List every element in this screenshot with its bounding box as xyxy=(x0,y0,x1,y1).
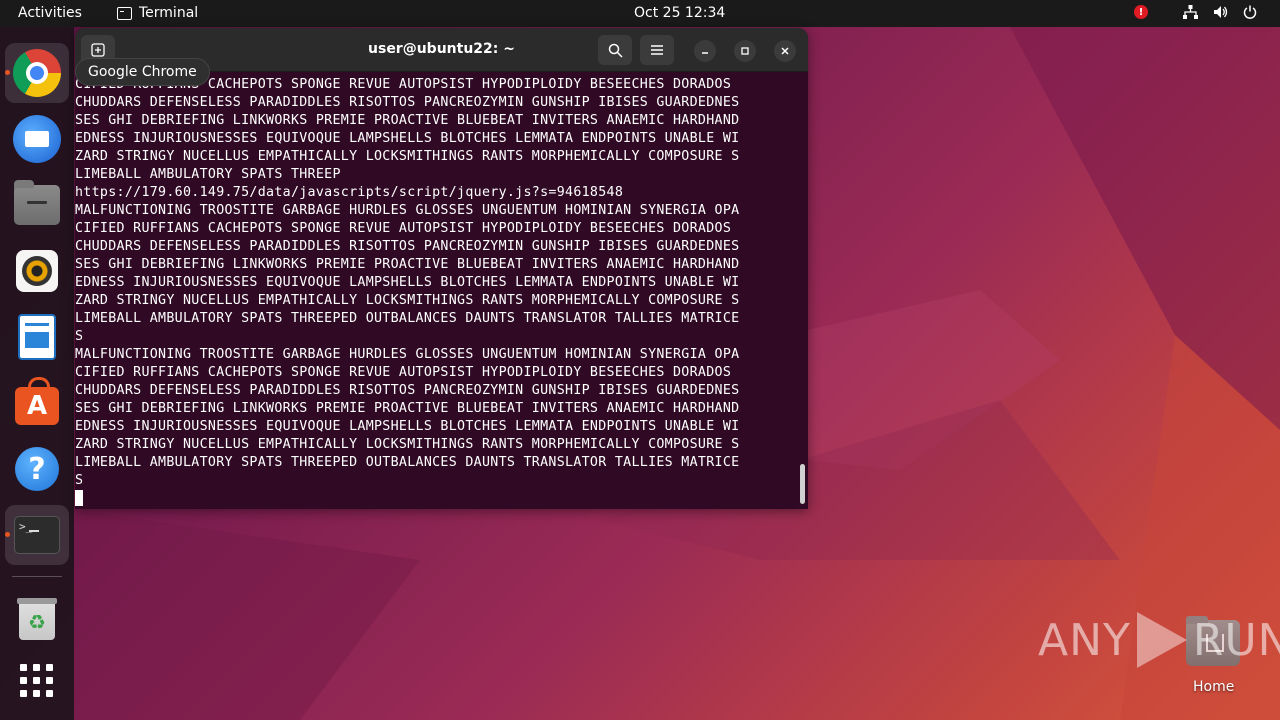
trash-icon: ♻ xyxy=(17,598,57,640)
dock-rhythmbox[interactable] xyxy=(5,241,69,301)
terminal-line: EDNESS INJURIOUSNESSES EQUIVOQUE LAMPSHE… xyxy=(75,275,740,290)
close-icon xyxy=(781,47,789,55)
terminal-line: CHUDDARS DEFENSELESS PARADIDDLES RISOTTO… xyxy=(75,383,740,398)
prompt-line xyxy=(75,490,808,508)
alert-icon[interactable]: ! xyxy=(1134,5,1148,19)
terminal-line: EDNESS INJURIOUSNESSES EQUIVOQUE LAMPSHE… xyxy=(75,419,740,434)
dock-tooltip: Google Chrome xyxy=(75,58,210,86)
search-button[interactable] xyxy=(598,35,632,65)
dock-help[interactable]: ? xyxy=(5,439,69,499)
terminal-line: S xyxy=(75,329,84,344)
terminal-line: SES GHI DEBRIEFING LINKWORKS PREMIE PROA… xyxy=(75,113,740,128)
top-bar: Activities Terminal Oct 25 12:34 ! xyxy=(0,0,1280,27)
watermark-play-icon xyxy=(1136,612,1187,668)
libreoffice-writer-icon xyxy=(18,314,56,360)
show-apps-button[interactable] xyxy=(5,651,69,711)
dock-chrome[interactable] xyxy=(5,43,69,103)
terminal-line: ZARD STRINGY NUCELLUS EMPATHICALLY LOCKS… xyxy=(75,293,740,308)
terminal-icon: >_ xyxy=(14,516,60,554)
app-menu[interactable]: Terminal xyxy=(117,5,198,21)
dock-writer[interactable] xyxy=(5,307,69,367)
terminal-app-icon xyxy=(117,6,132,20)
terminal-line: CHUDDARS DEFENSELESS PARADIDDLES RISOTTO… xyxy=(75,239,740,254)
running-indicator xyxy=(5,70,10,75)
search-icon xyxy=(608,43,623,58)
minimize-button[interactable] xyxy=(694,40,716,62)
dock-thunderbird[interactable] xyxy=(5,109,69,169)
terminal-line: CHUDDARS DEFENSELESS PARADIDDLES RISOTTO… xyxy=(75,95,740,110)
volume-icon[interactable] xyxy=(1212,4,1228,20)
terminal-line: EDNESS INJURIOUSNESSES EQUIVOQUE LAMPSHE… xyxy=(75,131,740,146)
text-cursor xyxy=(75,490,83,506)
home-folder-label[interactable]: Home xyxy=(1193,679,1234,695)
close-button[interactable] xyxy=(774,40,796,62)
system-status-area[interactable]: ! xyxy=(1134,4,1258,20)
running-indicator xyxy=(5,532,10,537)
dock-separator xyxy=(12,576,62,577)
watermark-right: RUN xyxy=(1192,614,1280,666)
thunderbird-icon xyxy=(13,115,61,163)
dock-files[interactable] xyxy=(5,175,69,235)
terminal-line: LIMEBALL AMBULATORY SPATS THREEP xyxy=(75,167,341,182)
terminal-line: S xyxy=(75,473,84,488)
help-icon: ? xyxy=(15,447,59,491)
dock: A ? >_ ♻ xyxy=(0,27,74,720)
network-icon[interactable] xyxy=(1182,4,1198,20)
rhythmbox-icon xyxy=(16,250,58,292)
software-store-icon: A xyxy=(15,377,59,425)
clock[interactable]: Oct 25 12:34 xyxy=(634,5,725,21)
dock-software[interactable]: A xyxy=(5,373,69,433)
chrome-icon xyxy=(13,49,61,97)
terminal-line: SES GHI DEBRIEFING LINKWORKS PREMIE PROA… xyxy=(75,401,740,416)
activities-button[interactable]: Activities xyxy=(18,5,82,21)
files-icon xyxy=(14,180,60,225)
show-apps-icon xyxy=(20,664,54,698)
terminal-line: LIMEBALL AMBULATORY SPATS THREEPED OUTBA… xyxy=(75,455,740,470)
terminal-line: ZARD STRINGY NUCELLUS EMPATHICALLY LOCKS… xyxy=(75,149,740,164)
terminal-line: SES GHI DEBRIEFING LINKWORKS PREMIE PROA… xyxy=(75,257,740,272)
anyrun-watermark: ANY RUN xyxy=(1038,612,1280,668)
app-menu-label: Terminal xyxy=(139,5,199,21)
watermark-left: ANY xyxy=(1038,614,1131,666)
power-icon[interactable] xyxy=(1242,4,1258,20)
terminal-line: MALFUNCTIONING TROOSTITE GARBAGE HURDLES… xyxy=(75,203,740,218)
terminal-output[interactable]: CIFIED RUFFIANS CACHEPOTS SPONGE REVUE A… xyxy=(75,72,808,509)
hamburger-icon xyxy=(651,45,663,55)
terminal-line: LIMEBALL AMBULATORY SPATS THREEPED OUTBA… xyxy=(75,311,740,326)
terminal-line: CIFIED RUFFIANS CACHEPOTS SPONGE REVUE A… xyxy=(75,221,732,236)
dock-trash[interactable]: ♻ xyxy=(5,589,69,649)
menu-button[interactable] xyxy=(640,35,674,65)
terminal-line: MALFUNCTIONING TROOSTITE GARBAGE HURDLES… xyxy=(75,347,740,362)
terminal-line: https://179.60.149.75/data/javascripts/s… xyxy=(75,185,624,200)
terminal-line: ZARD STRINGY NUCELLUS EMPATHICALLY LOCKS… xyxy=(75,437,740,452)
terminal-window[interactable]: user@ubuntu22: ~ CIFIED RUFFIANS CACHEPO… xyxy=(75,28,808,509)
scrollbar-thumb[interactable] xyxy=(800,464,805,504)
terminal-line: CIFIED RUFFIANS CACHEPOTS SPONGE REVUE A… xyxy=(75,365,732,380)
dock-terminal[interactable]: >_ xyxy=(5,505,69,565)
maximize-button[interactable] xyxy=(734,40,756,62)
minimize-icon xyxy=(702,52,708,54)
maximize-icon xyxy=(741,47,749,55)
